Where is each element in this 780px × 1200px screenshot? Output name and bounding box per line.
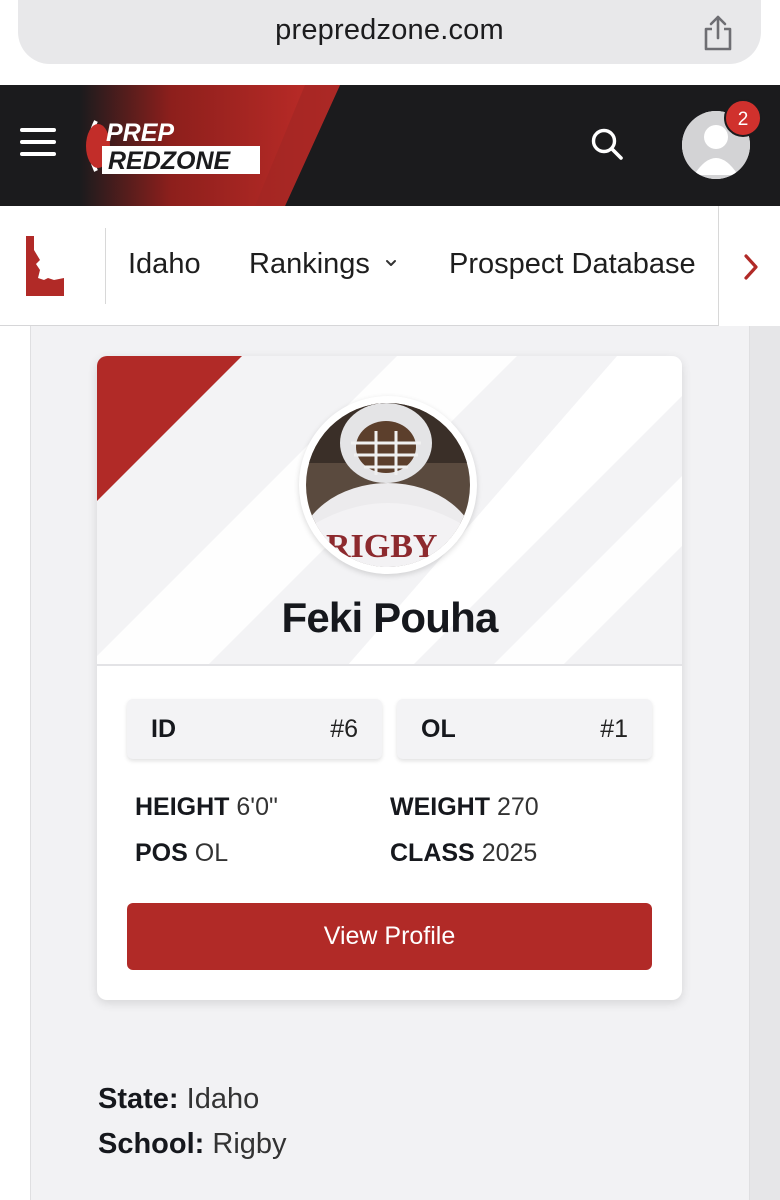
page-margin-left	[0, 326, 30, 1200]
prep-redzone-logo[interactable]: PREP REDZONE	[82, 113, 262, 177]
class-value: 2025	[481, 839, 538, 867]
height-value: 6'0"	[236, 793, 278, 821]
position-stat: POS OL	[135, 839, 228, 868]
nav-scroll-right-button[interactable]	[718, 206, 780, 326]
class-stat: CLASS 2025	[390, 839, 537, 868]
idaho-state-icon[interactable]	[24, 234, 66, 298]
height-stat: HEIGHT 6'0"	[135, 793, 278, 822]
url-text[interactable]: prepredzone.com	[18, 14, 761, 47]
nav-divider	[105, 228, 106, 304]
player-image: RIGBY	[306, 403, 470, 567]
notification-badge[interactable]: 2	[724, 99, 762, 137]
player-card-header: RIGBY Feki Pouha	[97, 356, 682, 666]
player-card: RIGBY Feki Pouha ID #6 OL #1 HEIGHT 6'0"…	[97, 356, 682, 1000]
class-label: CLASS	[390, 839, 475, 867]
player-name: Feki Pouha	[281, 594, 498, 641]
logo-line1: PREP	[106, 119, 174, 147]
page-margin-right	[750, 326, 780, 1200]
state-value: Idaho	[186, 1083, 260, 1115]
nav-item-idaho[interactable]: Idaho	[128, 248, 201, 281]
position-rank-box: OL #1	[397, 699, 652, 759]
pos-value: OL	[194, 839, 229, 867]
school-label: School:	[98, 1128, 205, 1160]
state-label: State:	[98, 1083, 179, 1115]
weight-value: 270	[496, 793, 539, 821]
height-label: HEIGHT	[135, 793, 230, 821]
school-value: Rigby	[212, 1128, 287, 1160]
state-rank-box: ID #6	[127, 699, 382, 759]
chevron-down-icon[interactable]	[384, 257, 398, 269]
position-rank-label: OL	[421, 715, 456, 743]
school-detail: School: Rigby	[98, 1128, 287, 1161]
weight-stat: WEIGHT 270	[390, 793, 539, 822]
weight-label: WEIGHT	[390, 793, 490, 821]
state-rank-label: ID	[151, 715, 176, 743]
menu-icon[interactable]	[20, 128, 56, 160]
address-bar[interactable]: prepredzone.com	[18, 0, 761, 64]
position-rank-value: #1	[600, 715, 628, 743]
nav-item-rankings[interactable]: Rankings	[249, 248, 370, 281]
search-icon[interactable]	[590, 127, 624, 161]
state-rank-value: #6	[330, 715, 358, 743]
state-detail: State: Idaho	[98, 1083, 259, 1116]
share-icon[interactable]	[701, 14, 735, 52]
browser-bar: prepredzone.com	[0, 0, 780, 85]
chevron-right-icon	[744, 254, 758, 280]
nav-item-prospect-database[interactable]: Prospect Database	[449, 248, 696, 281]
logo-line2: REDZONE	[108, 147, 232, 175]
player-photo: RIGBY	[299, 396, 477, 574]
view-profile-button[interactable]: View Profile	[127, 903, 652, 970]
jersey-text: RIGBY	[326, 528, 437, 565]
pos-label: POS	[135, 839, 188, 867]
